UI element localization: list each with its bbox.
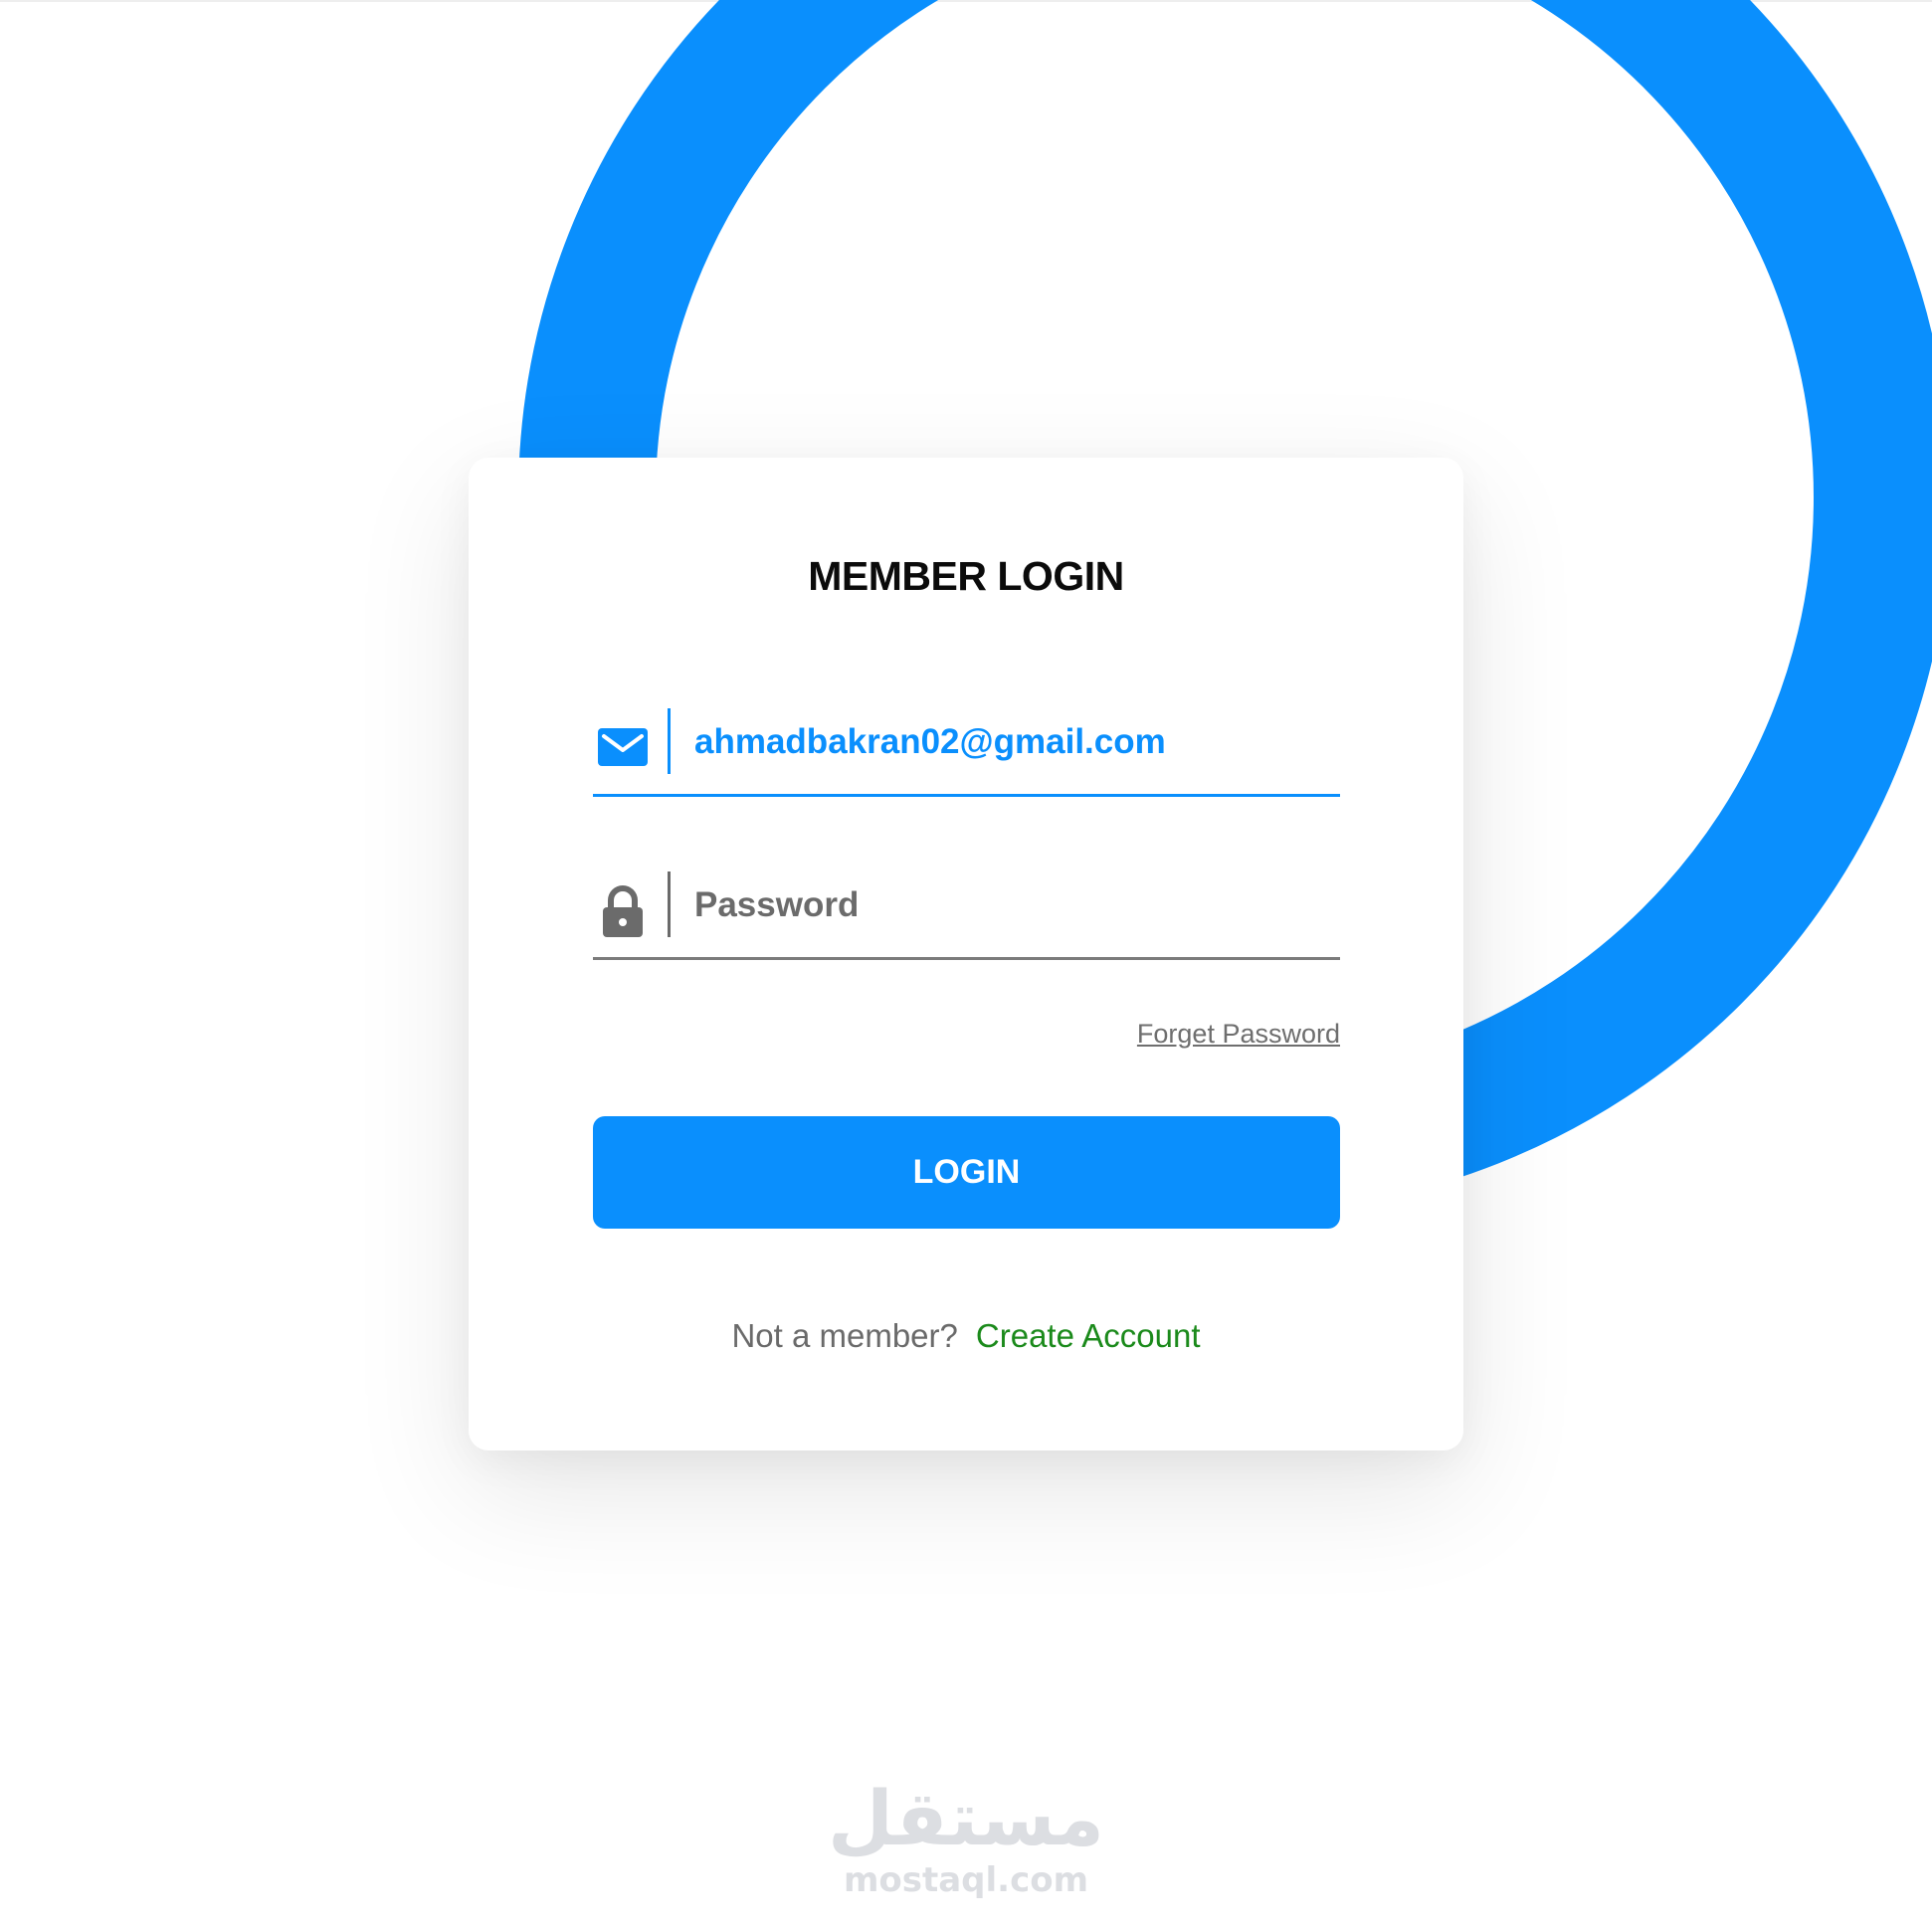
password-input[interactable] bbox=[694, 875, 1331, 935]
password-divider bbox=[668, 871, 671, 937]
email-divider bbox=[668, 708, 671, 774]
page: MEMBER LOGIN Forget Passwo bbox=[0, 0, 1932, 1931]
password-field bbox=[593, 871, 1340, 960]
login-button[interactable]: LOGIN bbox=[593, 1116, 1340, 1229]
page-title: MEMBER LOGIN bbox=[808, 553, 1124, 599]
create-account-link[interactable]: Create Account bbox=[976, 1317, 1201, 1354]
email-input[interactable] bbox=[694, 712, 1331, 772]
not-member-text: Not a member? bbox=[731, 1317, 958, 1354]
watermark-logo: مستقل bbox=[828, 1774, 1104, 1862]
login-card: MEMBER LOGIN Forget Passwo bbox=[469, 458, 1463, 1450]
mail-icon bbox=[598, 722, 648, 772]
forget-password-link[interactable]: Forget Password bbox=[1137, 1019, 1340, 1050]
email-field bbox=[593, 708, 1340, 797]
signup-prompt: Not a member? Create Account bbox=[469, 1317, 1463, 1355]
watermark-domain: mostaql.com bbox=[843, 1860, 1089, 1900]
lock-icon bbox=[598, 885, 648, 937]
watermark: مستقل mostaql.com bbox=[0, 1774, 1932, 1901]
